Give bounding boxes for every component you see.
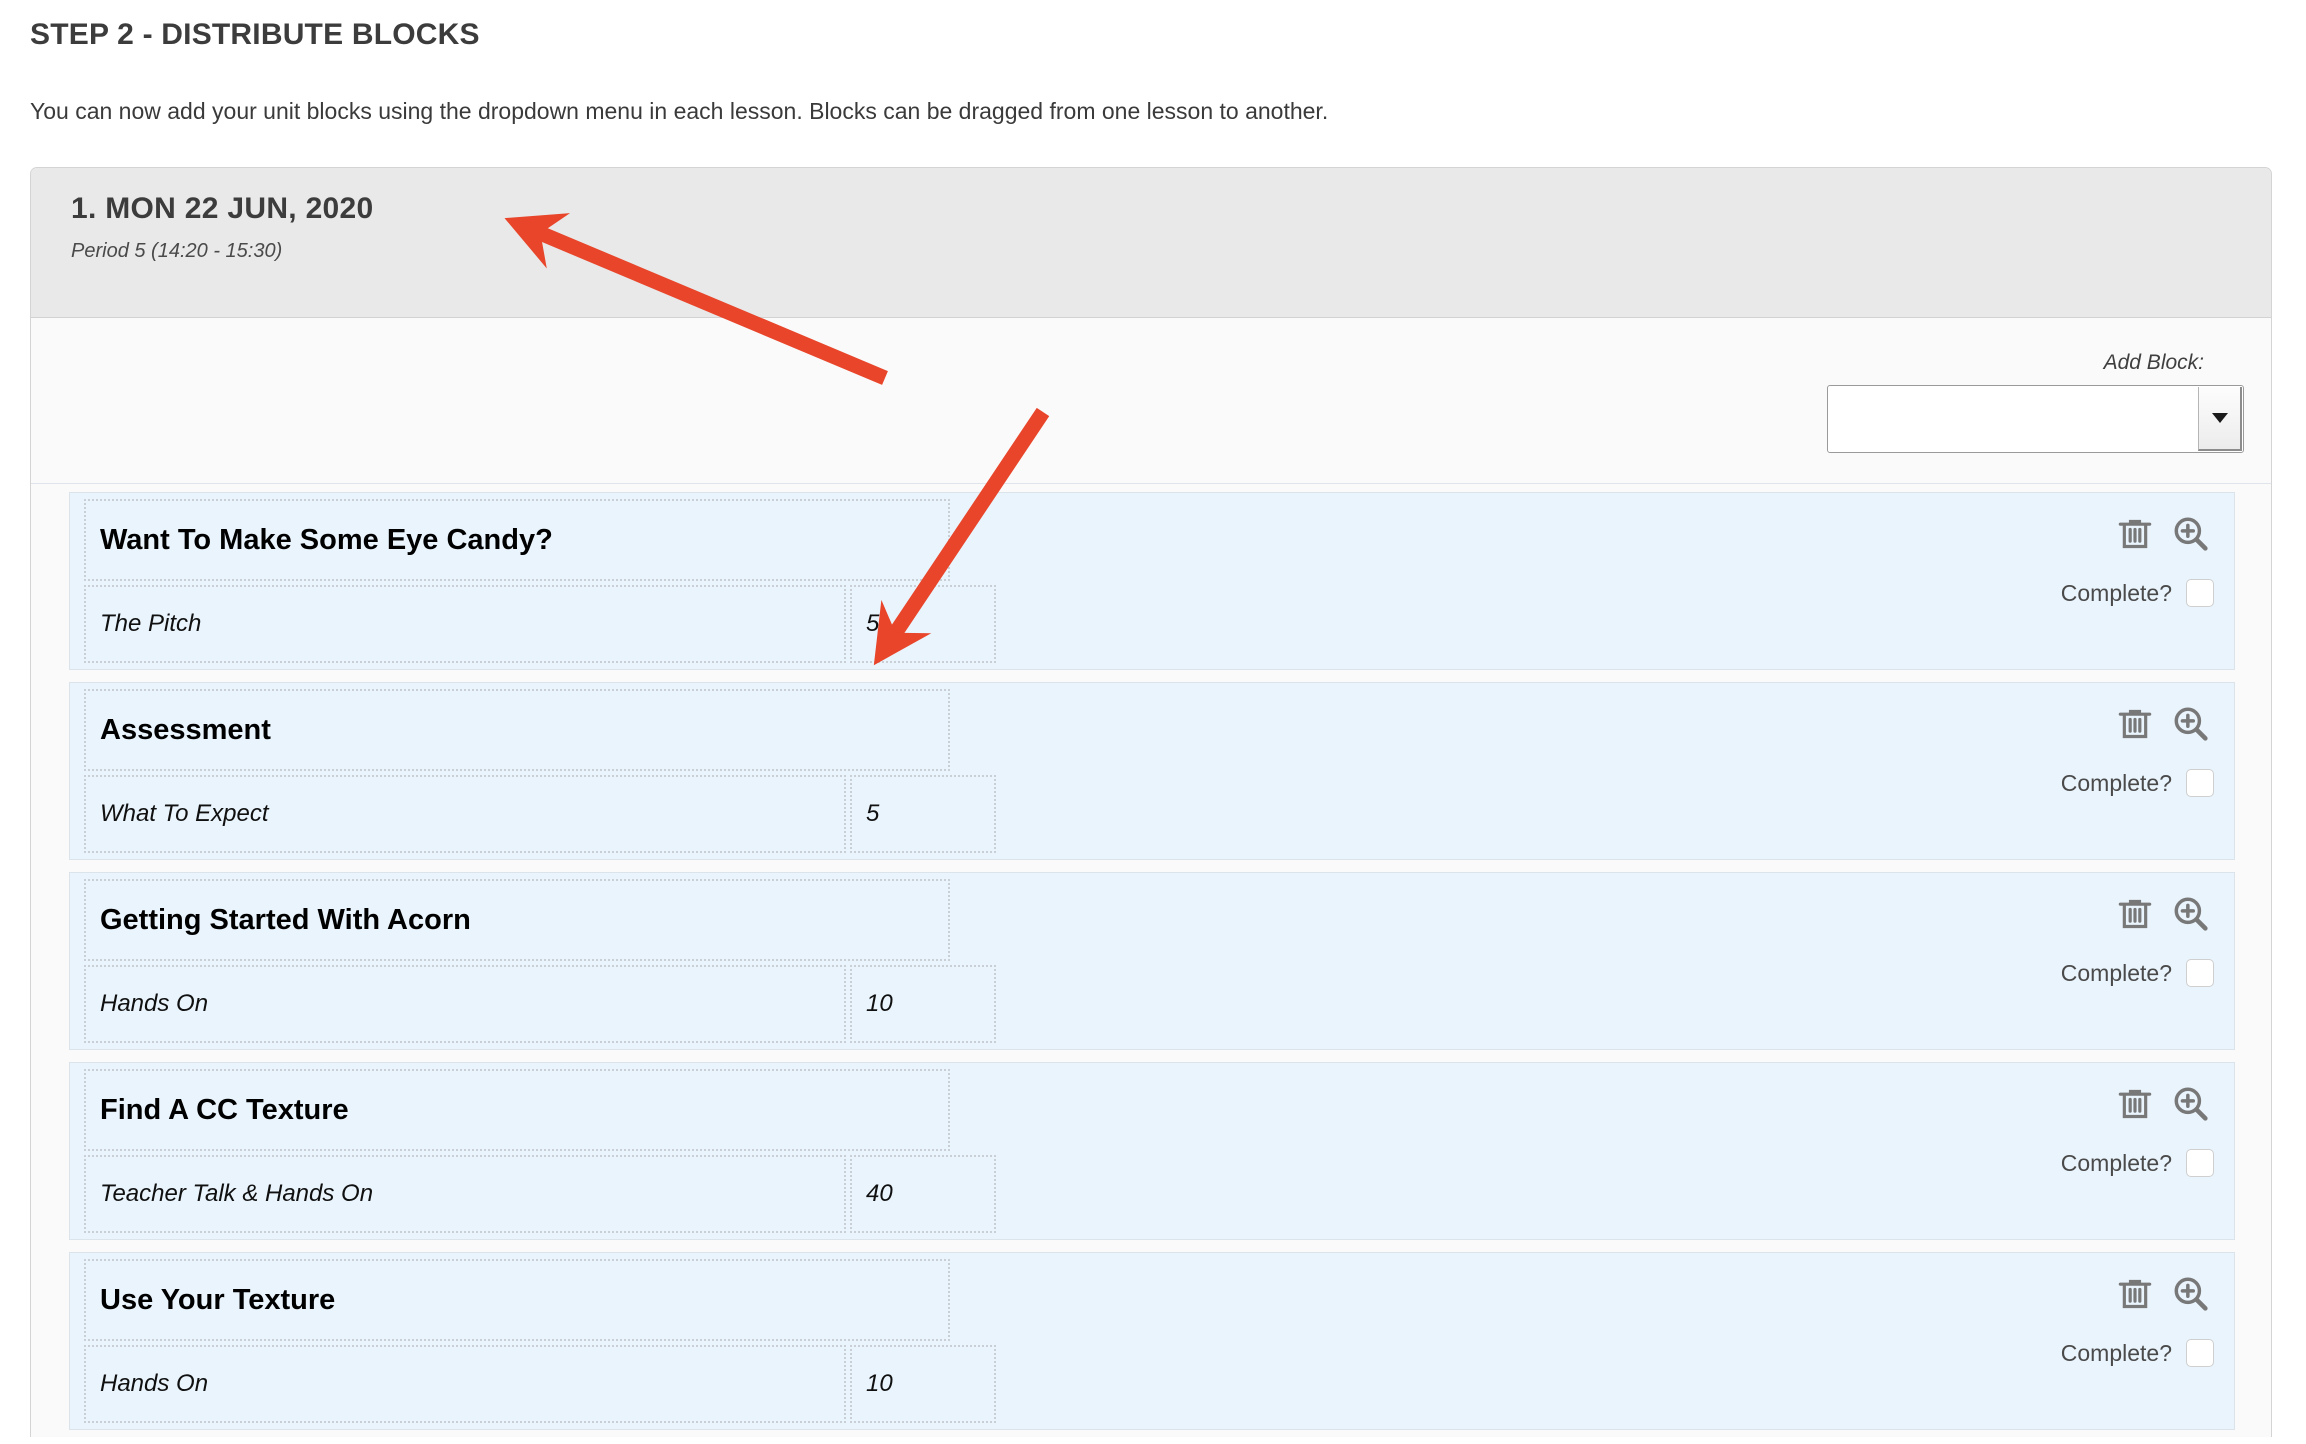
block-row[interactable]: Assessment What To Expect 5 Complete?	[69, 682, 2235, 860]
block-row[interactable]: Find A CC Texture Teacher Talk & Hands On…	[69, 1062, 2235, 1240]
magnifier-plus-icon[interactable]	[2168, 511, 2214, 557]
block-list: Want To Make Some Eye Candy? The Pitch 5 Co…	[31, 484, 2271, 1430]
add-block-label: Add Block:	[2103, 351, 2204, 374]
block-row[interactable]: Use Your Texture Hands On 10 Complete?	[69, 1252, 2235, 1430]
lesson-period: Period 5 (14:20 - 15:30)	[71, 240, 283, 262]
block-row[interactable]: Want To Make Some Eye Candy? The Pitch 5 Co…	[69, 492, 2235, 670]
block-fields: Getting Started With Acorn Hands On 10	[84, 879, 996, 1043]
add-block-dropdown-button[interactable]	[2198, 387, 2242, 451]
trash-icon[interactable]	[2112, 1271, 2158, 1317]
block-type-field[interactable]: What To Expect	[84, 775, 846, 853]
lesson-card: 1. MON 22 JUN, 2020 Period 5 (14:20 - 15…	[30, 167, 2272, 1437]
block-complete-control: Complete?	[2061, 769, 2214, 797]
block-complete-control: Complete?	[2061, 579, 2214, 607]
magnifier-plus-icon[interactable]	[2168, 701, 2214, 747]
complete-label: Complete?	[2060, 1339, 2172, 1366]
block-minutes-field[interactable]: 10	[850, 1345, 996, 1423]
magnifier-plus-icon[interactable]	[2168, 1081, 2214, 1127]
page-subtitle: You can now add your unit blocks using t…	[30, 98, 1329, 124]
block-actions	[2112, 1081, 2214, 1127]
complete-label: Complete?	[2060, 769, 2172, 796]
complete-checkbox[interactable]	[2186, 959, 2214, 987]
lesson-header: 1. MON 22 JUN, 2020 Period 5 (14:20 - 15…	[31, 168, 2271, 318]
page-title: STEP 2 - DISTRIBUTE BLOCKS	[30, 18, 480, 51]
block-title-field[interactable]: Assessment	[84, 689, 950, 771]
block-type-field[interactable]: Hands On	[84, 1345, 846, 1423]
lesson-date: 1. MON 22 JUN, 2020	[71, 192, 374, 225]
chevron-down-icon	[2211, 413, 2228, 423]
magnifier-plus-icon[interactable]	[2168, 891, 2214, 937]
block-fields: Want To Make Some Eye Candy? The Pitch 5	[84, 499, 996, 663]
complete-label: Complete?	[2060, 579, 2172, 606]
magnifier-plus-icon[interactable]	[2168, 1271, 2214, 1317]
block-actions	[2112, 891, 2214, 937]
add-block-select[interactable]	[1827, 385, 2244, 453]
block-type-field[interactable]: The Pitch	[84, 585, 846, 663]
complete-checkbox[interactable]	[2186, 1339, 2214, 1367]
complete-checkbox[interactable]	[2186, 1149, 2214, 1177]
block-actions	[2112, 701, 2214, 747]
complete-checkbox[interactable]	[2186, 579, 2214, 607]
add-block-zone: Add Block:	[31, 318, 2271, 484]
block-minutes-field[interactable]: 5	[850, 585, 996, 663]
block-title-field[interactable]: Want To Make Some Eye Candy?	[84, 499, 950, 581]
block-title-field[interactable]: Find A CC Texture	[84, 1069, 950, 1151]
block-actions	[2112, 511, 2214, 557]
block-complete-control: Complete?	[2061, 1339, 2214, 1367]
block-type-field[interactable]: Hands On	[84, 965, 846, 1043]
block-row[interactable]: Getting Started With Acorn Hands On 10 Comp…	[69, 872, 2235, 1050]
block-actions	[2112, 1271, 2214, 1317]
block-type-field[interactable]: Teacher Talk & Hands On	[84, 1155, 846, 1233]
block-fields: Find A CC Texture Teacher Talk & Hands On…	[84, 1069, 996, 1233]
complete-label: Complete?	[2060, 959, 2172, 986]
block-minutes-field[interactable]: 10	[850, 965, 996, 1043]
trash-icon[interactable]	[2112, 511, 2158, 557]
block-title-field[interactable]: Use Your Texture	[84, 1259, 950, 1341]
block-minutes-field[interactable]: 40	[850, 1155, 996, 1233]
block-fields: Use Your Texture Hands On 10	[84, 1259, 996, 1423]
block-complete-control: Complete?	[2061, 959, 2214, 987]
trash-icon[interactable]	[2112, 1081, 2158, 1127]
trash-icon[interactable]	[2112, 891, 2158, 937]
block-minutes-field[interactable]: 5	[850, 775, 996, 853]
block-title-field[interactable]: Getting Started With Acorn	[84, 879, 950, 961]
complete-checkbox[interactable]	[2186, 769, 2214, 797]
trash-icon[interactable]	[2112, 701, 2158, 747]
complete-label: Complete?	[2060, 1149, 2172, 1176]
block-complete-control: Complete?	[2061, 1149, 2214, 1177]
block-fields: Assessment What To Expect 5	[84, 689, 996, 853]
